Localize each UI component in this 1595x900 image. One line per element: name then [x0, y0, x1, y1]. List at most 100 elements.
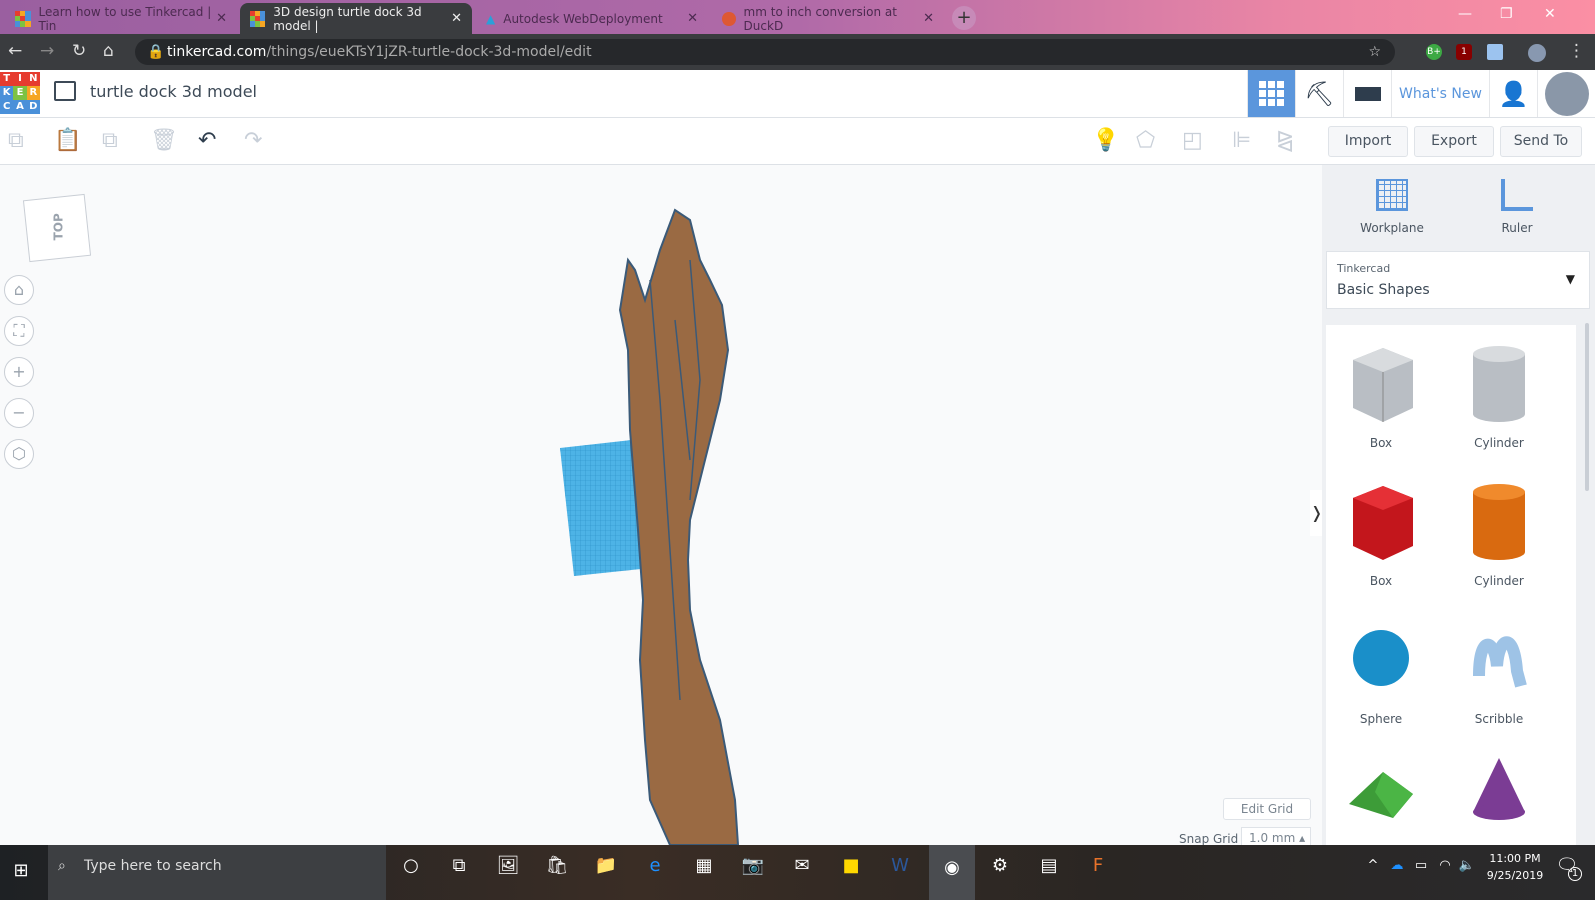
shape-cylinder[interactable]: Cylinder	[1444, 478, 1554, 588]
home-button[interactable]: ⌂	[103, 41, 114, 61]
new-tab-button[interactable]: +	[952, 6, 976, 30]
search-placeholder: Type here to search	[84, 858, 222, 874]
word-icon[interactable]: W	[887, 853, 913, 879]
redo-icon[interactable]: ↷	[244, 128, 262, 153]
align-icon[interactable]: ⊫	[1232, 128, 1251, 153]
back-button[interactable]: ←	[8, 41, 22, 61]
close-tab-icon[interactable]: ✕	[451, 11, 462, 26]
tab-label: Learn how to use Tinkercad | Tin	[38, 4, 212, 33]
design-title[interactable]: turtle dock 3d model	[90, 82, 257, 101]
copy-icon[interactable]: ⧉	[8, 128, 24, 153]
mirror-icon[interactable]: ⧎	[1276, 128, 1294, 153]
delete-icon[interactable]: 🗑	[150, 128, 178, 153]
group-icon[interactable]: ⬠	[1136, 128, 1155, 153]
docs-extension-icon[interactable]	[1487, 44, 1503, 60]
workplane-label: Workplane	[1360, 221, 1424, 235]
photos-icon[interactable]: 🖼	[495, 853, 521, 879]
volume-icon[interactable]: 🔈	[1454, 853, 1480, 879]
close-tab-icon[interactable]: ✕	[923, 11, 934, 26]
onedrive-icon[interactable]: ☁	[1384, 853, 1410, 879]
ungroup-icon[interactable]: ◰	[1182, 128, 1203, 153]
tab-autodesk[interactable]: ▲ Autodesk WebDeployment ✕	[476, 3, 708, 34]
shape-cone[interactable]	[1444, 754, 1554, 830]
viewcube[interactable]: TOP	[22, 193, 92, 263]
profile-avatar[interactable]	[1528, 44, 1546, 62]
user-avatar[interactable]	[1537, 70, 1595, 117]
forward-button[interactable]: →	[40, 41, 54, 61]
calculator-icon[interactable]: ▦	[691, 853, 717, 879]
browser-menu-icon[interactable]: ⋮	[1568, 41, 1585, 61]
shape-sphere[interactable]: Sphere	[1326, 616, 1436, 726]
export-button[interactable]: Export	[1414, 126, 1494, 157]
url-input[interactable]: 🔒 tinkercad.com/things/eueKTsY1jZR-turtle…	[135, 39, 1395, 65]
chrome-icon[interactable]: ◉	[929, 845, 975, 900]
store-icon[interactable]: 🛍	[544, 853, 570, 879]
clock[interactable]: 11:00 PM 9/25/2019	[1480, 850, 1550, 884]
shape-label: Sphere	[1359, 712, 1403, 726]
undo-icon[interactable]: ↶	[198, 128, 216, 153]
3d-design-view-button[interactable]	[1247, 70, 1295, 117]
winrar-icon[interactable]: ▤	[1036, 853, 1062, 879]
zoom-in-button[interactable]: +	[4, 357, 34, 387]
tab-learn-tinkercad[interactable]: Learn how to use Tinkercad | Tin ✕	[5, 3, 237, 34]
home-view-button[interactable]: ⌂	[4, 275, 34, 305]
paste-icon[interactable]: 📋	[54, 128, 81, 153]
cortana-icon[interactable]: ○	[398, 853, 424, 879]
edge-icon[interactable]: e	[642, 853, 668, 879]
shapes-scrollbar[interactable]	[1585, 323, 1589, 491]
design-list-icon[interactable]	[54, 81, 76, 101]
file-explorer-icon[interactable]: 📁	[593, 853, 619, 879]
notification-badge: 1	[1568, 867, 1582, 881]
minimize-button[interactable]: —	[1458, 6, 1472, 22]
workplane-3d-model[interactable]	[550, 200, 790, 845]
ublock-icon[interactable]: 1	[1456, 44, 1472, 60]
tab-label: mm to inch conversion at DuckD	[743, 4, 897, 33]
close-window-button[interactable]: ✕	[1544, 6, 1556, 22]
shape-roof[interactable]	[1326, 754, 1436, 830]
fusion-icon[interactable]: F	[1085, 853, 1111, 879]
shape-cylinder-hole[interactable]: Cylinder	[1444, 340, 1554, 450]
sticky-notes-icon[interactable]: ■	[838, 853, 864, 879]
windows-start-icon[interactable]: ⊞	[8, 858, 34, 884]
ublock-badge: 1	[1461, 47, 1467, 57]
autodesk-icon: ▲	[486, 11, 496, 26]
lightbulb-icon[interactable]: 💡	[1092, 128, 1119, 153]
tab-3d-design[interactable]: 3D design turtle dock 3d model | ✕	[240, 3, 472, 34]
windows-taskbar: ⊞ ⌕ Type here to search ○ ⧉ 🖼 🛍 📁 e ▦ 📷 ✉…	[0, 845, 1595, 900]
extension-bplus-icon[interactable]: B+	[1426, 44, 1442, 60]
battery-icon[interactable]: ▭	[1408, 853, 1434, 879]
settings-icon[interactable]: ⚙	[987, 853, 1013, 879]
whats-new-button[interactable]: What's New	[1391, 70, 1489, 117]
workplane-tool[interactable]: Workplane	[1352, 177, 1432, 235]
minecraft-pickaxe-button[interactable]: ⛏	[1295, 70, 1343, 117]
tab-duckduckgo[interactable]: mm to inch conversion at DuckD ✕	[712, 3, 944, 34]
close-tab-icon[interactable]: ✕	[216, 11, 227, 26]
fit-view-button[interactable]: ⛶	[4, 316, 34, 346]
shape-scribble[interactable]: Scribble	[1444, 616, 1554, 726]
tinkercad-logo[interactable]: TIN KER CAD	[0, 72, 40, 114]
close-tab-icon[interactable]: ✕	[687, 11, 698, 26]
viewcube-face-label: TOP	[51, 213, 66, 241]
import-button[interactable]: Import	[1328, 126, 1408, 157]
send-to-button[interactable]: Send To	[1500, 126, 1582, 157]
shape-box[interactable]: Box	[1326, 478, 1436, 588]
perspective-toggle-button[interactable]: ⬡	[4, 439, 34, 469]
duplicate-icon[interactable]: ⧉	[102, 128, 118, 153]
shape-label: Box	[1369, 574, 1393, 588]
restore-button[interactable]: ❐	[1500, 6, 1513, 22]
mail-icon[interactable]: ✉	[789, 853, 815, 879]
shape-box-hole[interactable]: Box	[1326, 340, 1436, 450]
task-view-icon[interactable]: ⧉	[446, 853, 472, 879]
edit-grid-button[interactable]: Edit Grid	[1223, 798, 1311, 820]
reload-button[interactable]: ↻	[72, 41, 86, 61]
ruler-tool[interactable]: Ruler	[1477, 177, 1557, 235]
taskbar-search-input[interactable]: ⌕ Type here to search	[48, 845, 386, 900]
zoom-out-button[interactable]: −	[4, 398, 34, 428]
clock-date: 9/25/2019	[1486, 869, 1544, 882]
shape-library-select[interactable]: Tinkercad Basic Shapes ▼	[1326, 251, 1590, 309]
tray-chevron-icon[interactable]: ^	[1360, 853, 1386, 879]
bookmark-star-icon[interactable]: ☆	[1368, 39, 1381, 65]
invite-user-button[interactable]: 👤	[1489, 70, 1537, 117]
camera-icon[interactable]: 📷	[740, 853, 766, 879]
lego-bricks-button[interactable]	[1343, 70, 1391, 117]
